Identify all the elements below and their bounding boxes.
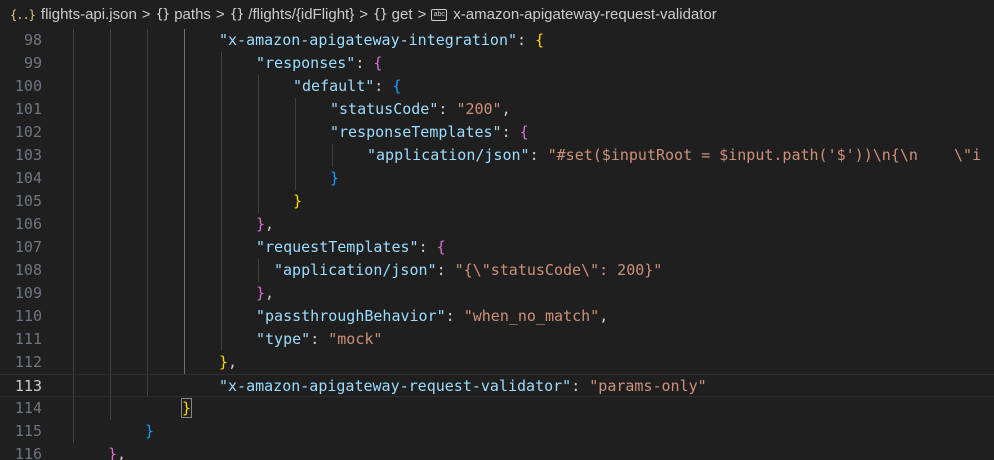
code-text: "statusCode": "200", [330,100,511,118]
code-line[interactable]: 112}, [0,351,994,374]
json-braces-icon: {..} [10,7,36,22]
breadcrumb-item-label: get [391,6,413,23]
code-text: } [180,398,193,418]
code-line[interactable]: 111 "type": "mock" [0,328,994,351]
chevron-right-icon: > [141,6,151,23]
code-text: "application/json": "{\"statusCode\": 20… [274,261,663,279]
chevron-right-icon: > [359,6,369,23]
code-text: "x-amazon-apigateway-integration": { [219,31,545,49]
code-line[interactable]: 113 "x-amazon-apigateway-request-validato… [0,374,994,397]
breadcrumb-item-validator[interactable]: abc x-amazon-apigateway-request-validato… [431,6,717,23]
code-text: }, [256,284,275,302]
breadcrumb-item-get[interactable]: {} get [373,6,413,23]
line-number: 111 [14,330,42,348]
code-text: } [330,169,340,187]
code-line[interactable]: 99 "responses": { [0,52,994,75]
code-line[interactable]: 110 "passthroughBehavior": "when_no_match… [0,305,994,328]
braces-icon: {} [373,7,388,22]
abc-string-icon: abc [431,8,448,21]
chevron-right-icon: > [417,6,427,23]
line-number: 108 [14,261,42,279]
code-text: "passthroughBehavior": "when_no_match", [256,307,609,325]
breadcrumb-item-paths[interactable]: {} paths [156,6,211,23]
chevron-right-icon: > [215,6,225,23]
code-line[interactable]: 114} [0,397,994,420]
code-line[interactable]: 102 "responseTemplates": { [0,121,994,144]
code-text: "responseTemplates": { [330,123,529,141]
line-number: 105 [14,192,42,210]
breadcrumb: {..} flights-api.json > {} paths > {} /f… [0,0,994,29]
code-line[interactable]: 98 "x-amazon-apigateway-integration": { [0,29,994,52]
code-line[interactable]: 104} [0,167,994,190]
code-line[interactable]: 109}, [0,282,994,305]
braces-icon: {} [229,7,245,22]
breadcrumb-item-label: /flights/{idFlight} [248,6,355,23]
code-line[interactable]: 116}, [0,443,994,460]
breadcrumb-file-label: flights-api.json [40,6,137,23]
line-number: 107 [14,238,42,256]
line-number: 101 [14,100,42,118]
code-text: }, [108,445,127,460]
line-number: 114 [14,399,42,417]
code-text: "responses": { [256,54,383,72]
code-editor[interactable]: 98 "x-amazon-apigateway-integration": { 99… [0,29,994,460]
code-line[interactable]: 107 "requestTemplates": { [0,236,994,259]
code-text: "requestTemplates": { [256,238,446,256]
code-line[interactable]: 108 "application/json": "{\"statusCode\":… [0,259,994,282]
line-number: 102 [14,123,42,141]
code-text: "default": { [293,77,402,95]
code-line[interactable]: 105} [0,190,994,213]
code-line[interactable]: 100 "default": { [0,75,994,98]
code-text: }, [219,353,238,371]
line-number: 116 [14,445,42,460]
line-number: 104 [14,169,42,187]
line-number: 109 [14,284,42,302]
code-line[interactable]: 106}, [0,213,994,236]
line-number: 112 [14,353,42,371]
code-line[interactable]: 115} [0,420,994,443]
line-number: 99 [23,54,42,72]
line-number: 98 [23,31,42,49]
line-number: 106 [14,215,42,233]
breadcrumb-item-label: paths [174,6,211,23]
line-number: 113 [14,377,42,395]
line-number: 103 [14,146,42,164]
line-number: 110 [14,307,42,325]
code-text: } [145,422,155,440]
breadcrumb-file[interactable]: {..} flights-api.json [0,6,137,23]
breadcrumb-item-label: x-amazon-apigateway-request-validator [453,6,717,23]
braces-icon: {} [155,7,171,22]
line-number: 115 [14,422,42,440]
line-number: 100 [14,77,42,95]
code-text: }, [256,215,275,233]
code-line[interactable]: 103 "application/json": "#set($inputRoot … [0,144,994,167]
code-text: "application/json": "#set($inputRoot = $… [367,146,982,164]
code-text: "x-amazon-apigateway-request-validator":… [219,377,707,395]
breadcrumb-item-flight-path[interactable]: {} /flights/{idFlight} [230,6,355,23]
code-line[interactable]: 101 "statusCode": "200", [0,98,994,121]
code-text: } [293,192,303,210]
code-text: "type": "mock" [256,330,383,348]
